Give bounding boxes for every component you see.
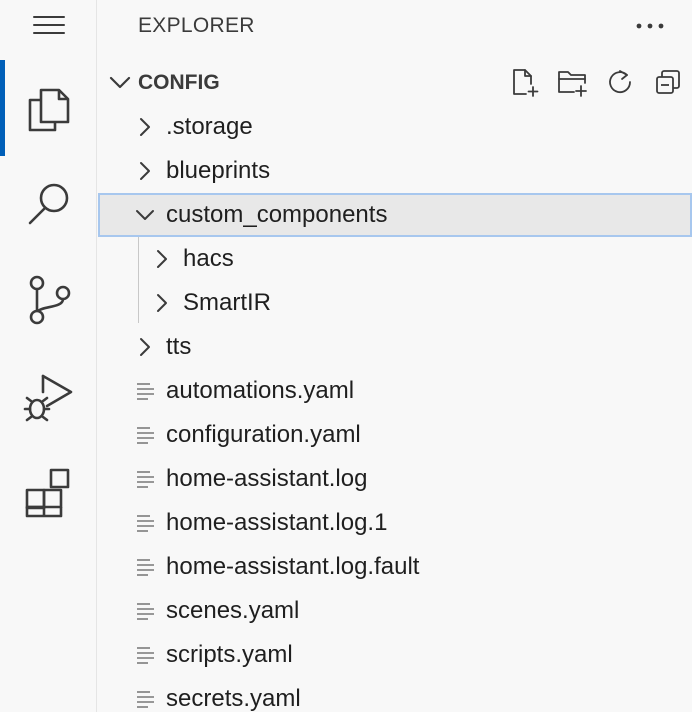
vscode-window: EXPLORER CONFIG .storage blueprints cust… (0, 0, 692, 712)
sidebar-header: EXPLORER (98, 0, 692, 52)
chevron-right-icon (157, 250, 167, 268)
chevron-right-icon (140, 118, 150, 136)
activity-bar (0, 0, 97, 712)
search-icon (28, 183, 68, 225)
menu-button[interactable] (0, 0, 97, 50)
tree-item-label: custom_components (166, 201, 388, 228)
activity-extensions[interactable] (0, 444, 97, 540)
chevron-right-icon (157, 294, 167, 312)
chevron-down-icon (136, 210, 154, 220)
tree-folder-row[interactable]: tts (98, 325, 692, 369)
tree-folder-row[interactable]: SmartIR (98, 281, 692, 325)
tree-file-row[interactable]: scripts.yaml (98, 633, 692, 677)
file-lines-icon (137, 603, 154, 620)
new-file-icon (513, 69, 539, 97)
more-actions-button[interactable] (630, 12, 670, 40)
tree-item-label: secrets.yaml (166, 685, 301, 712)
ellipsis-icon (636, 23, 664, 29)
activity-search[interactable] (0, 156, 97, 252)
tree-item-label: configuration.yaml (166, 421, 361, 448)
file-lines-icon (137, 383, 154, 400)
new-folder-icon (558, 71, 587, 97)
refresh-icon (609, 70, 631, 94)
section-actions (98, 64, 692, 100)
tree-item-label: SmartIR (183, 289, 272, 316)
file-lines-icon (137, 471, 154, 488)
activity-run-debug[interactable] (0, 348, 97, 444)
explorer-icon (28, 88, 69, 132)
refresh-button[interactable] (602, 64, 638, 100)
tree-item-label: scenes.yaml (166, 597, 300, 624)
file-lines-icon (137, 647, 154, 664)
source-control-icon (29, 275, 70, 325)
new-file-button[interactable] (506, 64, 542, 100)
collapse-all-button[interactable] (650, 64, 686, 100)
tree-file-row[interactable]: home-assistant.log (98, 457, 692, 501)
tree-item-label: automations.yaml (166, 377, 355, 404)
tree-folder-row[interactable]: .storage (98, 105, 692, 149)
tree-file-row[interactable]: home-assistant.log.fault (98, 545, 692, 589)
tree-file-row[interactable]: automations.yaml (98, 369, 692, 413)
tree-item-label: home-assistant.log (166, 465, 368, 492)
new-folder-button[interactable] (554, 64, 590, 100)
sidebar-title: EXPLORER (138, 14, 255, 37)
file-lines-icon (137, 559, 154, 576)
collapse-all-icon (656, 70, 680, 94)
tree-file-row[interactable]: home-assistant.log.1 (98, 501, 692, 545)
chevron-right-icon (140, 162, 150, 180)
tree-folder-row[interactable]: hacs (98, 237, 692, 281)
tree-folder-row[interactable]: custom_components (98, 193, 692, 237)
menu-icon (32, 16, 65, 34)
tree-folder-row[interactable]: blueprints (98, 149, 692, 193)
file-lines-icon (137, 515, 154, 532)
tree-item-label: blueprints (166, 157, 271, 184)
run-debug-icon (23, 374, 72, 422)
chevron-right-icon (140, 338, 150, 356)
tree-file-row[interactable]: secrets.yaml (98, 677, 692, 712)
extensions-icon (25, 468, 69, 518)
tree-item-label: home-assistant.log.1 (166, 509, 388, 536)
activity-explorer[interactable] (0, 60, 97, 156)
file-lines-icon (137, 427, 154, 444)
tree-item-label: hacs (183, 245, 234, 272)
tree-item-label: home-assistant.log.fault (166, 553, 420, 580)
tree-item-label: scripts.yaml (166, 641, 293, 668)
explorer-sidebar: EXPLORER CONFIG .storage blueprints cust… (98, 0, 692, 712)
tree-file-row[interactable]: configuration.yaml (98, 413, 692, 457)
file-lines-icon (137, 691, 154, 708)
tree-item-label: .storage (166, 113, 253, 140)
tree-item-label: tts (166, 333, 192, 360)
folder-section-header[interactable]: CONFIG (98, 60, 692, 104)
activity-source-control[interactable] (0, 252, 97, 348)
tree-file-row[interactable]: scenes.yaml (98, 589, 692, 633)
